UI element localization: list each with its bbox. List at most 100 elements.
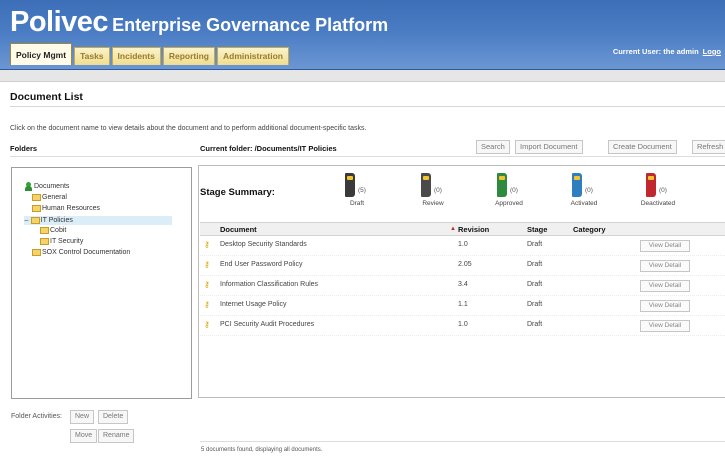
document-name-link[interactable]: Desktop Security Standards (220, 241, 307, 248)
stage-count: (0) (434, 187, 442, 194)
stage-approved[interactable]: (0) Approved (489, 173, 539, 213)
folder-activities-label: Folder Activities: (11, 413, 62, 420)
document-revision: 2.05 (458, 261, 472, 268)
page-instructions: Click on the document name to view detai… (10, 125, 367, 132)
table-row[interactable]: ⚷ Internet Usage Policy 1.1 Draft View D… (200, 296, 725, 316)
view-detail-button[interactable]: View Detail (640, 240, 690, 252)
sub-toolbar (0, 70, 725, 82)
deactivated-book-icon (646, 173, 656, 197)
tree-item-label: SOX Control Documentation (42, 249, 131, 256)
stage-name: Approved (495, 200, 523, 207)
document-name-link[interactable]: PCI Security Audit Procedures (220, 321, 314, 328)
tree-item-label: General (42, 194, 67, 201)
column-header-stage[interactable]: Stage (527, 225, 547, 234)
tab-policy-mgmt[interactable]: Policy Mgmt (10, 43, 73, 65)
folder-open-icon (30, 217, 40, 224)
create-document-button[interactable]: Create Document (608, 140, 677, 154)
document-stage: Draft (527, 321, 543, 328)
review-book-icon (421, 173, 431, 197)
stage-review[interactable]: (0) Review (413, 173, 463, 213)
folder-tree: Documents General Human Resources − IT Po… (11, 167, 192, 399)
stage-name: Review (422, 200, 444, 207)
brand-main: Polivec (10, 6, 109, 38)
document-lock-icon: ⚷ (204, 320, 210, 329)
view-detail-button[interactable]: View Detail (640, 300, 690, 312)
delete-folder-button[interactable]: Delete (98, 410, 129, 424)
tree-item-cobit[interactable]: Cobit (40, 227, 66, 234)
column-header-revision[interactable]: Revision (458, 225, 489, 234)
tree-item-label: Cobit (50, 227, 67, 234)
tree-item-it-policies[interactable]: − IT Policies (24, 216, 172, 225)
table-row[interactable]: ⚷ Desktop Security Standards 1.0 Draft V… (200, 236, 725, 256)
main-tabs: Policy Mgmt Tasks Incidents Reporting Ad… (10, 43, 289, 65)
tree-item-general[interactable]: General (32, 194, 67, 201)
document-name-link[interactable]: Information Classification Rules (220, 281, 318, 288)
tree-root-documents[interactable]: Documents (25, 182, 69, 191)
document-lock-icon: ⚷ (204, 240, 210, 249)
import-document-button[interactable]: Import Document (515, 140, 583, 154)
tab-reporting[interactable]: Reporting (162, 47, 215, 65)
document-revision: 1.1 (458, 301, 468, 308)
current-folder-path: Current folder: /Documents/IT Policies (200, 144, 337, 153)
stage-count: (0) (510, 187, 518, 194)
stage-summary-heading: Stage Summary: (200, 187, 275, 198)
collapse-icon[interactable]: − (24, 216, 29, 225)
tab-tasks[interactable]: Tasks (74, 47, 110, 65)
activated-book-icon (572, 173, 582, 197)
tree-item-label: IT Policies (40, 217, 73, 224)
page-title: Document List (10, 91, 83, 103)
tree-item-label: IT Security (50, 238, 84, 245)
view-detail-button[interactable]: View Detail (640, 320, 690, 332)
stage-activated[interactable]: (0) Activated (564, 173, 614, 213)
document-name-link[interactable]: Internet Usage Policy (220, 301, 287, 308)
current-user: Current User: the admin Logo (613, 47, 721, 56)
view-detail-button[interactable]: View Detail (640, 260, 690, 272)
tree-item-sox-control-documentation[interactable]: SOX Control Documentation (32, 249, 130, 256)
move-folder-button[interactable]: Move (70, 429, 98, 443)
table-header: Document ▲ Revision Stage Category (200, 222, 725, 236)
documents-root-icon (25, 182, 32, 191)
approved-book-icon (497, 173, 507, 197)
stage-count: (0) (585, 187, 593, 194)
stage-name: Activated (570, 200, 598, 207)
app-header: Polivec Enterprise Governance Platform Po… (0, 0, 725, 70)
sort-ascending-icon: ▲ (450, 226, 456, 232)
document-name-link[interactable]: End User Password Policy (220, 261, 302, 268)
documents-status: 5 documents found, displaying all docume… (201, 447, 323, 453)
view-detail-button[interactable]: View Detail (640, 280, 690, 292)
rename-folder-button[interactable]: Rename (98, 429, 135, 443)
folder-icon (32, 194, 41, 201)
tree-item-it-security[interactable]: IT Security (40, 238, 83, 245)
column-header-category[interactable]: Category (573, 225, 606, 234)
document-stage: Draft (527, 301, 543, 308)
stage-count: (0) (659, 187, 667, 194)
documents-table: Document ▲ Revision Stage Category ⚷ Des… (200, 222, 725, 336)
stage-count: (5) (358, 187, 366, 194)
table-row[interactable]: ⚷ Information Classification Rules 3.4 D… (200, 276, 725, 296)
document-revision: 3.4 (458, 281, 468, 288)
app-brand: Polivec Enterprise Governance Platform (10, 6, 388, 39)
stage-deactivated[interactable]: (0) Deactivated (638, 173, 688, 213)
new-folder-button[interactable]: New (70, 410, 95, 424)
document-lock-icon: ⚷ (204, 260, 210, 269)
tree-root-label: Documents (34, 183, 70, 190)
document-revision: 1.0 (458, 241, 468, 248)
folder-icon (40, 227, 49, 234)
section-divider (10, 156, 725, 157)
stage-draft[interactable]: (5) Draft (337, 173, 387, 213)
stage-name: Deactivated (640, 200, 676, 207)
title-divider (10, 106, 725, 107)
tab-incidents[interactable]: Incidents (111, 47, 161, 65)
search-button[interactable]: Search (476, 140, 510, 154)
stage-name: Draft (349, 200, 365, 207)
tree-item-human-resources[interactable]: Human Resources (32, 205, 100, 212)
table-row[interactable]: ⚷ PCI Security Audit Procedures 1.0 Draf… (200, 316, 725, 336)
refresh-button[interactable]: Refresh (692, 140, 725, 154)
document-revision: 1.0 (458, 321, 468, 328)
tree-item-label: Human Resources (42, 205, 100, 212)
tab-administration[interactable]: Administration (217, 47, 289, 65)
brand-sub: Enterprise Governance Platform (112, 15, 389, 35)
column-header-document[interactable]: Document (220, 225, 257, 234)
table-row[interactable]: ⚷ End User Password Policy 2.05 Draft Vi… (200, 256, 725, 276)
logout-link[interactable]: Logo (703, 47, 721, 56)
